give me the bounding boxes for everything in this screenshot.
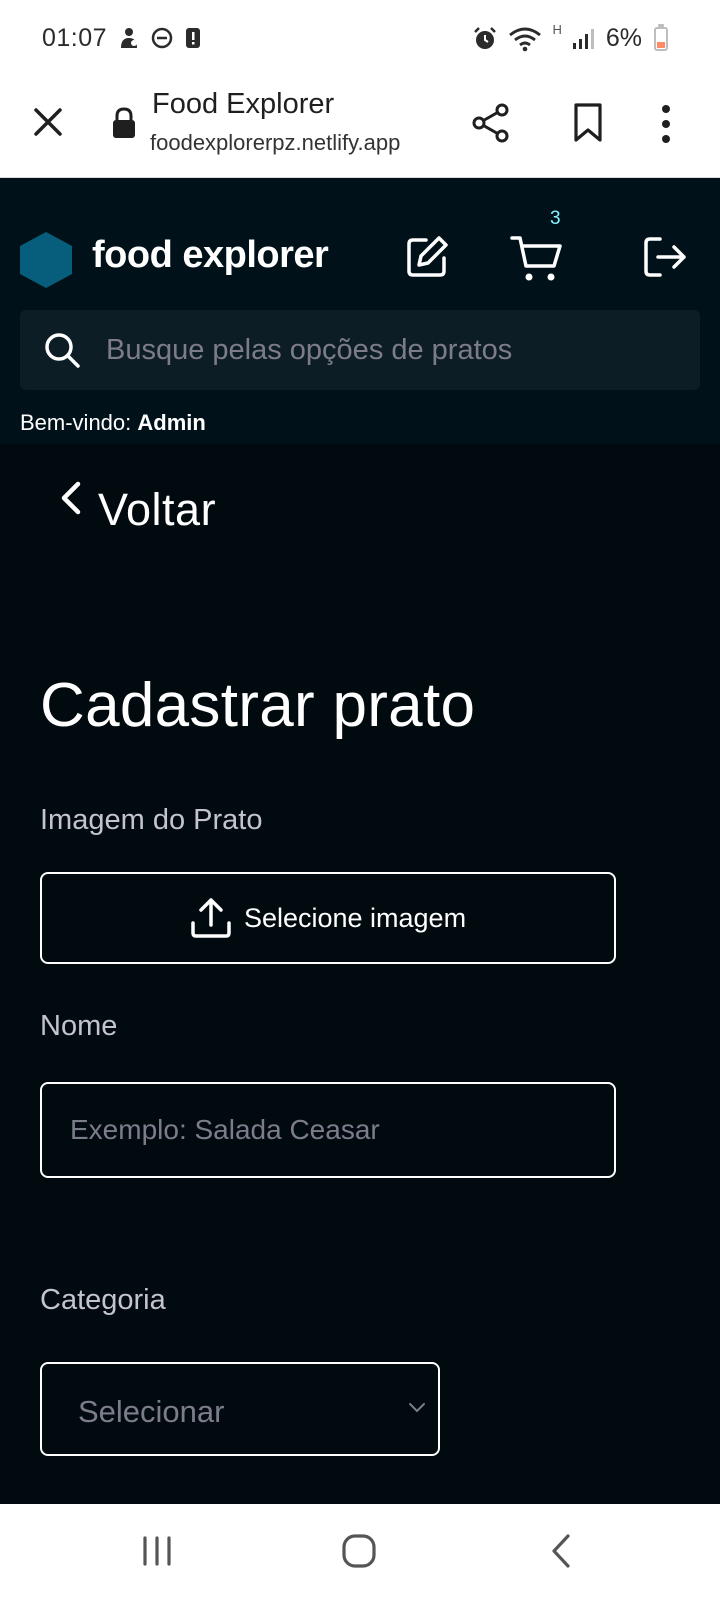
welcome-prefix: Bem-vindo: [20,410,138,435]
image-label: Imagem do Prato [40,804,263,836]
brand-name[interactable]: food explorer [92,234,329,277]
page-title: Cadastrar prato [40,671,476,740]
status-right-icons: H 6% [472,22,668,53]
browser-url[interactable]: foodexplorerpz.netlify.app [150,130,400,156]
network-type-label: H [552,22,562,37]
close-icon[interactable] [28,102,68,142]
browser-toolbar: Food Explorer foodexplorerpz.netlify.app [0,80,720,178]
lock-icon [113,107,135,138]
name-label: Nome [40,1010,118,1042]
logout-icon[interactable] [642,234,688,280]
back-button[interactable]: Voltar [56,470,216,535]
share-icon[interactable] [470,102,512,144]
chevron-down-icon [409,1403,425,1413]
status-left-icons [118,26,202,50]
name-input[interactable] [40,1082,616,1178]
chevron-left-icon [61,481,81,515]
alarm-icon [474,26,497,49]
category-select[interactable]: Selecionar [40,1362,440,1456]
cart-count-badge: 3 [550,208,561,229]
wifi-icon [509,27,542,51]
signal-icon [572,28,594,49]
upload-label: Selecione imagem [243,902,467,933]
battery-icon [654,23,668,51]
recents-icon[interactable] [140,1534,174,1568]
welcome-user: Admin [137,410,206,435]
image-upload-button[interactable]: Selecione imagem [40,872,616,964]
notification-icon [121,28,137,48]
category-label: Categoria [40,1284,166,1316]
edit-icon[interactable] [404,234,450,280]
back-label: Voltar [98,484,217,535]
bookmark-icon[interactable] [570,102,606,144]
home-icon[interactable] [340,1532,378,1570]
system-nav-bar [0,1504,720,1600]
more-vert-icon[interactable] [658,102,674,146]
search-icon [45,333,80,368]
battery-percent: 6% [605,24,642,52]
category-selected-value: Selecionar [78,1394,225,1429]
alert-icon [186,28,200,48]
cart-icon[interactable] [510,234,564,284]
status-time: 01:07 [42,24,108,52]
search-box[interactable] [20,310,700,390]
dnd-icon [151,27,173,49]
search-input[interactable] [106,310,676,390]
hexagon-logo-icon [20,232,72,288]
app-header: food explorer 3 Bem-vindo: Admin [0,178,720,444]
upload-icon [191,898,231,938]
status-bar: 01:07 H 6% [0,0,720,80]
browser-page-title: Food Explorer [152,88,335,120]
welcome-message: Bem-vindo: Admin [20,410,206,436]
back-icon[interactable] [548,1532,574,1570]
